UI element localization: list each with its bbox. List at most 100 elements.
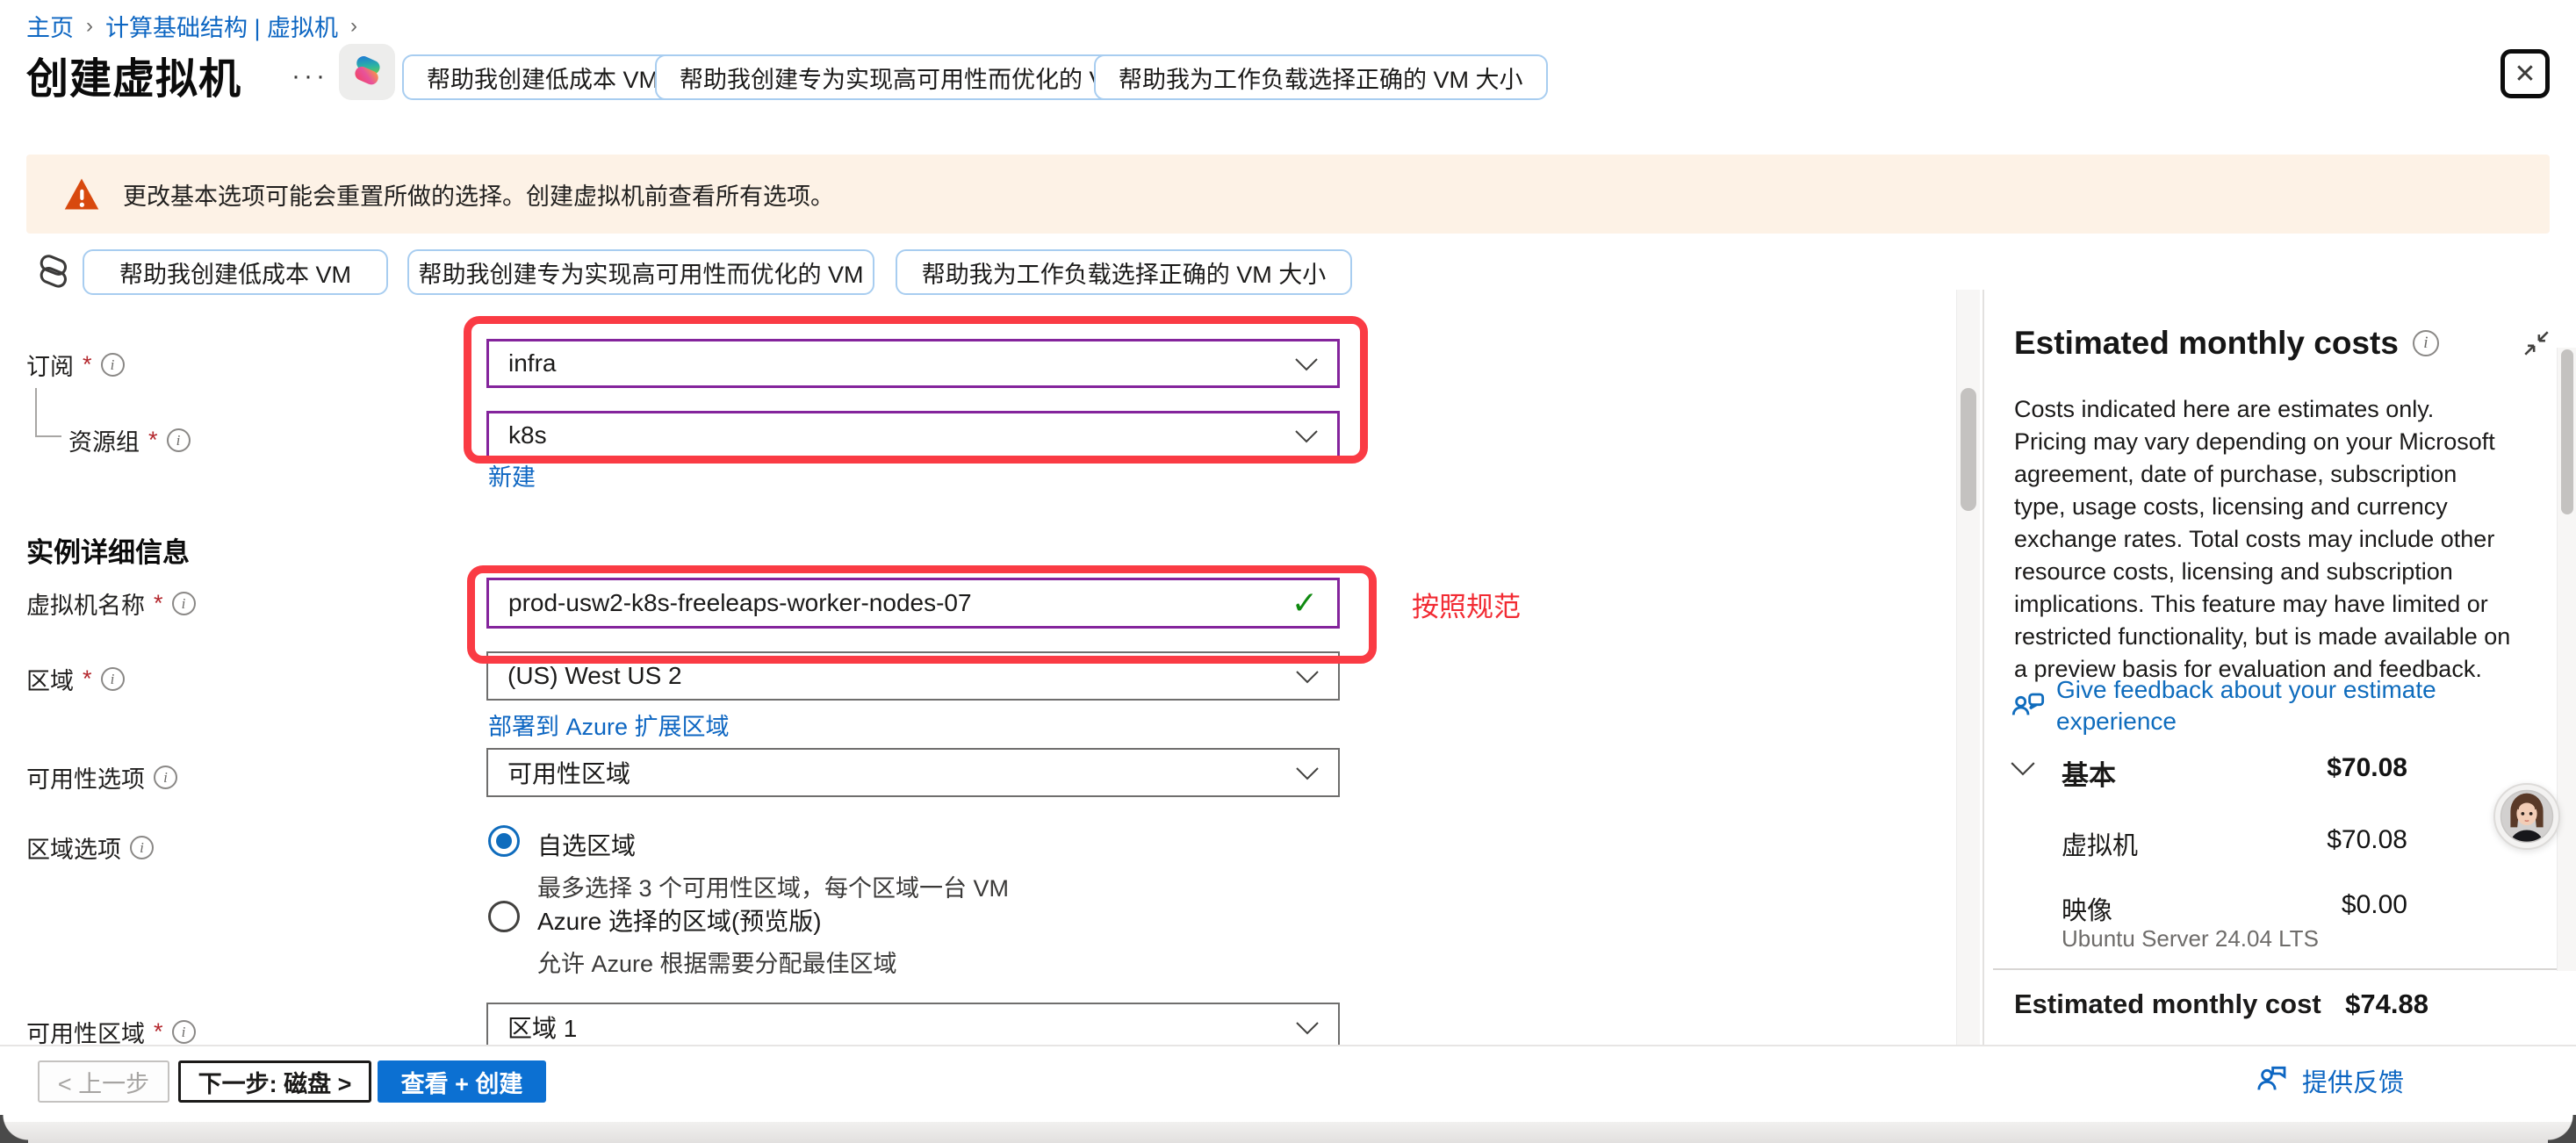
availability-zone-label-row: 可用性区域 * i: [26, 1015, 196, 1045]
suggestion-vm-size-button[interactable]: 帮助我为工作负载选择正确的 VM 大小: [1094, 54, 1548, 100]
zone-radio-azure-select[interactable]: Azure 选择的区域(预览版): [488, 901, 822, 938]
panel-scrollbar-track[interactable]: [2557, 348, 2576, 971]
info-icon[interactable]: i: [130, 836, 154, 859]
edge-zone-link[interactable]: 部署到 Azure 扩展区域: [488, 708, 730, 742]
cost-item-amount: $0.00: [2342, 890, 2407, 920]
cost-panel-header: Estimated monthly costs i: [2014, 325, 2439, 362]
subscription-label-row: 订阅 * i: [26, 348, 125, 382]
overflow-menu-button[interactable]: ···: [291, 61, 328, 91]
region-value: (US) West US 2: [507, 662, 682, 690]
avatar-image: [2500, 789, 2554, 844]
subscription-label: 订阅: [26, 348, 74, 382]
panel-divider: [1982, 290, 1984, 1045]
cost-group-amount: $70.08: [2327, 753, 2407, 783]
create-vm-page: 主页 › 计算基础结构 | 虚拟机 › 创建虚拟机 ···: [0, 0, 2576, 1143]
tree-connector-vertical: [35, 388, 37, 437]
required-asterisk: *: [83, 351, 92, 378]
cost-panel-description: Costs indicated here are estimates only.…: [2014, 393, 2511, 686]
footer-bar: < 上一步 下一步: 磁盘 > 查看 + 创建 提供反馈: [0, 1045, 2576, 1124]
vm-name-input[interactable]: prod-usw2-k8s-freeleaps-worker-nodes-07 …: [486, 578, 1340, 629]
resource-group-label-row: 资源组 * i: [68, 423, 191, 457]
avatar[interactable]: [2493, 783, 2560, 850]
required-asterisk: *: [148, 427, 158, 454]
suggestion-high-availability-button[interactable]: 帮助我创建专为实现高可用性而优化的 VM: [655, 54, 1149, 100]
availability-options-dropdown[interactable]: 可用性区域: [486, 748, 1340, 797]
breadcrumb: 主页 › 计算基础结构 | 虚拟机 ›: [26, 9, 370, 43]
zone-options-label-row: 区域选项 i: [26, 830, 154, 865]
availability-options-value: 可用性区域: [507, 755, 630, 790]
zone-radio-self-select[interactable]: 自选区域: [488, 825, 636, 862]
suggestion-low-cost-vm-button[interactable]: 帮助我创建低成本 VM: [402, 54, 683, 100]
region-label-row: 区域 * i: [26, 662, 125, 696]
zone-radio-self-select-desc: 最多选择 3 个可用性区域，每个区域一台 VM: [537, 869, 1009, 903]
subscription-dropdown[interactable]: infra: [486, 339, 1340, 388]
create-new-link[interactable]: 新建: [488, 458, 536, 492]
give-feedback-link[interactable]: 提供反馈: [2253, 1060, 2404, 1100]
annotation-text-naming-convention: 按照规范: [1412, 585, 1521, 624]
resource-group-dropdown[interactable]: k8s: [486, 411, 1340, 460]
window-corner-right: [2548, 1115, 2576, 1143]
resource-group-value: k8s: [508, 421, 547, 449]
feedback-person-icon: [2253, 1060, 2290, 1100]
warning-icon: [63, 176, 100, 212]
instance-details-section-title: 实例详细信息: [26, 530, 190, 570]
cost-total-label: Estimated monthly cost: [2014, 988, 2321, 1020]
info-icon[interactable]: i: [101, 667, 125, 691]
chevron-down-icon: [1296, 1013, 1319, 1041]
breadcrumb-section-link[interactable]: 计算基础结构 | 虚拟机: [105, 9, 338, 43]
info-icon[interactable]: i: [101, 353, 125, 377]
availability-zone-label: 可用性区域: [26, 1015, 145, 1045]
copilot-outline-icon: [30, 253, 76, 298]
zone-radio-azure-select-desc: 允许 Azure 根据需要分配最佳区域: [537, 945, 897, 979]
window-bottom-band: [0, 1122, 2576, 1143]
main-scrollbar-track[interactable]: [1956, 290, 1980, 1045]
review-create-button[interactable]: 查看 + 创建: [378, 1060, 546, 1103]
region-dropdown[interactable]: (US) West US 2: [486, 651, 1340, 701]
chevron-down-icon: [1296, 758, 1319, 787]
collapse-panel-icon[interactable]: [2522, 328, 2551, 363]
availability-zone-dropdown[interactable]: 区域 1: [486, 1003, 1340, 1045]
info-icon[interactable]: i: [172, 1020, 196, 1044]
breadcrumb-separator-icon: ›: [350, 14, 357, 39]
info-icon[interactable]: i: [2413, 330, 2439, 356]
next-disks-button[interactable]: 下一步: 磁盘 >: [178, 1060, 371, 1103]
close-icon: ✕: [2514, 59, 2536, 90]
suggestion-low-cost-vm-button-2[interactable]: 帮助我创建低成本 VM: [83, 249, 388, 295]
info-icon[interactable]: i: [167, 428, 191, 452]
cost-item-label: 虚拟机: [2062, 825, 2138, 862]
breadcrumb-separator-icon: ›: [86, 14, 93, 39]
feedback-bubbles-icon: [2011, 690, 2046, 730]
previous-button[interactable]: < 上一步: [38, 1060, 169, 1103]
close-button[interactable]: ✕: [2500, 49, 2550, 98]
page-title: 创建虚拟机: [26, 44, 241, 105]
chevron-down-icon: [1295, 349, 1318, 377]
radio-selected-icon[interactable]: [488, 825, 520, 857]
required-asterisk: *: [83, 665, 92, 693]
panel-scrollbar-thumb[interactable]: [2561, 349, 2573, 514]
cost-panel-title: Estimated monthly costs: [2014, 325, 2399, 362]
required-asterisk: *: [154, 590, 163, 617]
warning-banner: 更改基本选项可能会重置所做的选择。创建虚拟机前查看所有选项。: [26, 155, 2550, 234]
group-chevron-icon[interactable]: [2011, 762, 2035, 780]
cost-item-label: 映像: [2062, 890, 2112, 927]
required-asterisk: *: [154, 1018, 163, 1045]
info-icon[interactable]: i: [154, 766, 177, 789]
cost-panel-divider: [1993, 968, 2576, 970]
suggestion-vm-size-button-2[interactable]: 帮助我为工作负载选择正确的 VM 大小: [896, 249, 1352, 295]
vm-name-value: prod-usw2-k8s-freeleaps-worker-nodes-07: [508, 589, 972, 617]
copilot-logo-icon: [349, 52, 385, 93]
copilot-button[interactable]: [339, 44, 395, 100]
main-scrollbar-thumb[interactable]: [1961, 388, 1976, 511]
cost-item-amount: $70.08: [2327, 825, 2407, 855]
suggestion-high-availability-button-2[interactable]: 帮助我创建专为实现高可用性而优化的 VM: [407, 249, 874, 295]
zone-options-label: 区域选项: [26, 830, 121, 865]
breadcrumb-home-link[interactable]: 主页: [26, 9, 74, 43]
give-feedback-label: 提供反馈: [2302, 1062, 2404, 1099]
valid-check-icon: ✓: [1292, 585, 1318, 622]
radio-unselected-icon[interactable]: [488, 901, 520, 932]
subscription-value: infra: [508, 349, 556, 377]
info-icon[interactable]: i: [172, 592, 196, 615]
cost-group-label[interactable]: 基本: [2062, 753, 2116, 793]
estimate-feedback-link[interactable]: Give feedback about your estimate experi…: [2056, 674, 2504, 737]
window-corner-left: [0, 1115, 28, 1143]
